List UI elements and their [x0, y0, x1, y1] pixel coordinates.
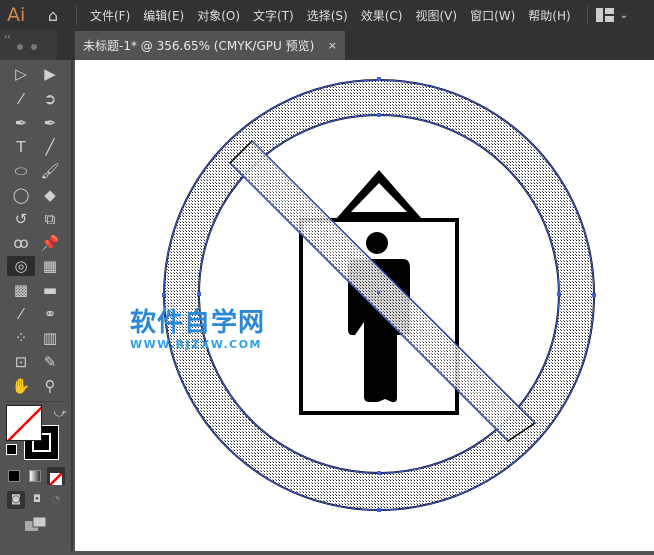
- watermark: 软件自学网 WWW.RJZXW.COM: [130, 308, 265, 351]
- eyedropper-icon[interactable]: ⁄: [9, 304, 33, 324]
- menu-file[interactable]: 文件(F): [85, 7, 138, 24]
- none-mode-button[interactable]: [47, 467, 65, 486]
- type-tool-icon[interactable]: T: [9, 137, 33, 157]
- rotate-tool-icon[interactable]: ↺: [9, 209, 33, 229]
- puppet-warp-icon[interactable]: ꝏ: [9, 233, 33, 253]
- default-colors-icon[interactable]: [6, 444, 17, 455]
- direct-selection-tool-icon[interactable]: ▶: [38, 64, 62, 84]
- draw-normal-icon[interactable]: ◙: [7, 491, 25, 509]
- divider: [586, 5, 588, 25]
- hand-tool-icon[interactable]: ✋: [9, 376, 33, 396]
- artboard-canvas[interactable]: 软件自学网 WWW.RJZXW.COM: [75, 60, 654, 551]
- screen-mode-icon[interactable]: [24, 516, 48, 532]
- artboard-tool-icon[interactable]: ⊡: [9, 352, 33, 372]
- symbol-sprayer-icon[interactable]: ⁘: [9, 328, 33, 348]
- toolbar-header[interactable]: ‹‹: [0, 30, 57, 60]
- ellipse-tool-icon[interactable]: ⬭: [9, 161, 33, 181]
- swap-colors-icon[interactable]: ⤻: [48, 403, 72, 423]
- gradient-mode-button[interactable]: [29, 470, 41, 482]
- line-tool-icon[interactable]: ╱: [38, 137, 62, 157]
- person-head: [366, 232, 388, 254]
- menu-bar: Ai ⌂ 文件(F) 编辑(E) 对象(O) 文字(T) 选择(S) 效果(C)…: [0, 0, 654, 30]
- toolbar: ▷ ▶ ⁄ ➲ ✒ ✒ T ╱ ⬭ 🖌 ◯ ◆ ↺ ⧉ ꝏ 📌 ◎ ▦ ▩ ▬ …: [0, 60, 73, 551]
- color-mode-button[interactable]: [8, 470, 20, 482]
- eraser-icon[interactable]: ◆: [38, 185, 62, 205]
- menu-help[interactable]: 帮助(H): [523, 7, 578, 24]
- draw-inside-icon[interactable]: ◔: [47, 491, 65, 509]
- slice-tool-icon[interactable]: ✎: [38, 352, 62, 372]
- menu-window[interactable]: 窗口(W): [465, 7, 523, 24]
- column-graph-icon[interactable]: ▥: [38, 328, 62, 348]
- menu-edit[interactable]: 编辑(E): [138, 7, 192, 24]
- divider: [6, 401, 66, 402]
- gradient-tool-icon[interactable]: ▬: [38, 280, 62, 300]
- home-icon[interactable]: ⌂: [38, 6, 68, 25]
- watermark-cn: 软件自学网: [130, 308, 266, 338]
- drag-grip[interactable]: [17, 44, 37, 48]
- menu-effect[interactable]: 效果(C): [356, 7, 411, 24]
- menu-view[interactable]: 视图(V): [410, 7, 465, 24]
- scale-tool-icon[interactable]: ⧉: [38, 209, 62, 229]
- divider: [76, 5, 77, 25]
- pin-icon[interactable]: 📌: [38, 233, 62, 253]
- watermark-url: WWW.RJZXW.COM: [130, 338, 262, 351]
- shaper-tool-icon[interactable]: ◯: [9, 185, 33, 205]
- curvature-tool-icon[interactable]: ✒: [38, 113, 62, 133]
- menu-object[interactable]: 对象(O): [192, 7, 248, 24]
- selection-tool-icon[interactable]: ▷: [9, 64, 33, 84]
- menu-select[interactable]: 选择(S): [302, 7, 356, 24]
- draw-behind-icon[interactable]: ◘: [28, 491, 46, 509]
- blend-tool-icon[interactable]: ⚭: [38, 304, 62, 324]
- app-logo: Ai: [7, 4, 26, 26]
- zoom-tool-icon[interactable]: ⚲: [38, 376, 62, 396]
- workspace-switcher-icon[interactable]: ⌄: [595, 8, 628, 22]
- lasso-icon[interactable]: ➲: [38, 89, 62, 109]
- pen-tool-icon[interactable]: ✒: [9, 113, 33, 133]
- collapse-icon[interactable]: ‹‹: [4, 32, 10, 41]
- menu-type[interactable]: 文字(T): [248, 7, 302, 24]
- artwork: [162, 77, 596, 512]
- document-tab[interactable]: 未标题-1* @ 356.65% (CMYK/GPU 预览) ×: [75, 31, 345, 60]
- perspective-grid-icon[interactable]: ▦: [38, 256, 62, 276]
- paintbrush-icon[interactable]: 🖌: [38, 161, 62, 181]
- close-tab-icon[interactable]: ×: [328, 39, 337, 52]
- mesh-tool-icon[interactable]: ▩: [9, 280, 33, 300]
- shape-builder-tool-icon[interactable]: ◎: [7, 256, 35, 276]
- fill-swatch[interactable]: [6, 405, 42, 441]
- magic-wand-icon[interactable]: ⁄: [9, 89, 33, 109]
- document-tab-title: 未标题-1* @ 356.65% (CMYK/GPU 预览): [83, 39, 315, 53]
